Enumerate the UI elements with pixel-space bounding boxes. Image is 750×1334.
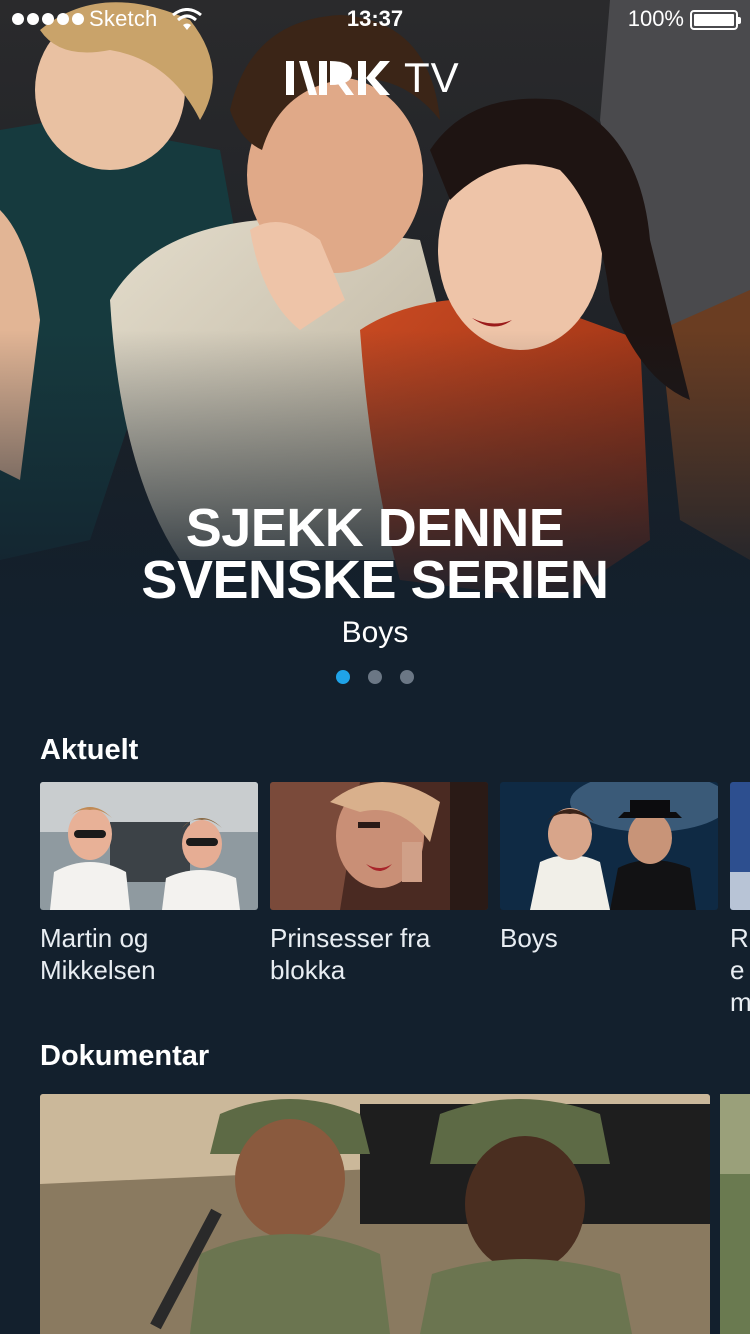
hero-banner[interactable]: SJEKK DENNE SVENSKE SERIEN Boys bbox=[0, 0, 750, 710]
hero-title-line-2: SVENSKE SERIEN bbox=[141, 550, 609, 610]
hero-pager[interactable] bbox=[336, 670, 414, 684]
program-card[interactable]: Re m bbox=[730, 782, 750, 1018]
program-title: Re m bbox=[730, 923, 750, 1017]
documentary-feature-image[interactable] bbox=[40, 1094, 710, 1334]
hero-subtitle: Boys bbox=[341, 616, 409, 649]
aktuelt-rail[interactable]: Martin og Mikkelsen Prinsesser fra blokk… bbox=[40, 782, 750, 1018]
program-card[interactable]: Boys bbox=[500, 782, 718, 1018]
section-title-dokumentar: Dokumentar bbox=[40, 1040, 210, 1072]
program-card[interactable]: Martin og Mikkelsen bbox=[40, 782, 258, 1018]
program-title: Prinsesser fra blokka bbox=[270, 923, 431, 985]
status-bar: Sketch 13:37 100% bbox=[0, 0, 750, 40]
section-title-aktuelt: Aktuelt bbox=[40, 734, 139, 766]
pager-dot-1[interactable] bbox=[336, 670, 350, 684]
pager-dot-3[interactable] bbox=[400, 670, 414, 684]
hero-title[interactable]: SJEKK DENNE SVENSKE SERIEN bbox=[0, 498, 750, 610]
pager-dot-2[interactable] bbox=[368, 670, 382, 684]
program-thumbnail bbox=[270, 782, 488, 910]
documentary-next-image[interactable] bbox=[720, 1094, 750, 1334]
battery-icon bbox=[690, 10, 741, 30]
logo-tv-text: TV bbox=[404, 54, 460, 101]
nrk-logo-icon bbox=[286, 61, 390, 95]
program-card[interactable]: Prinsesser fra blokka bbox=[270, 782, 488, 1018]
program-title: Martin og Mikkelsen bbox=[40, 923, 156, 985]
nrk-tv-logo: TV bbox=[286, 54, 460, 101]
program-title: Boys bbox=[500, 923, 558, 953]
hero-title-line-1: SJEKK DENNE bbox=[185, 498, 565, 558]
program-thumbnail bbox=[730, 782, 750, 910]
program-thumbnail bbox=[500, 782, 718, 910]
battery-percent: 100% bbox=[627, 6, 684, 31]
program-thumbnail bbox=[40, 782, 258, 910]
